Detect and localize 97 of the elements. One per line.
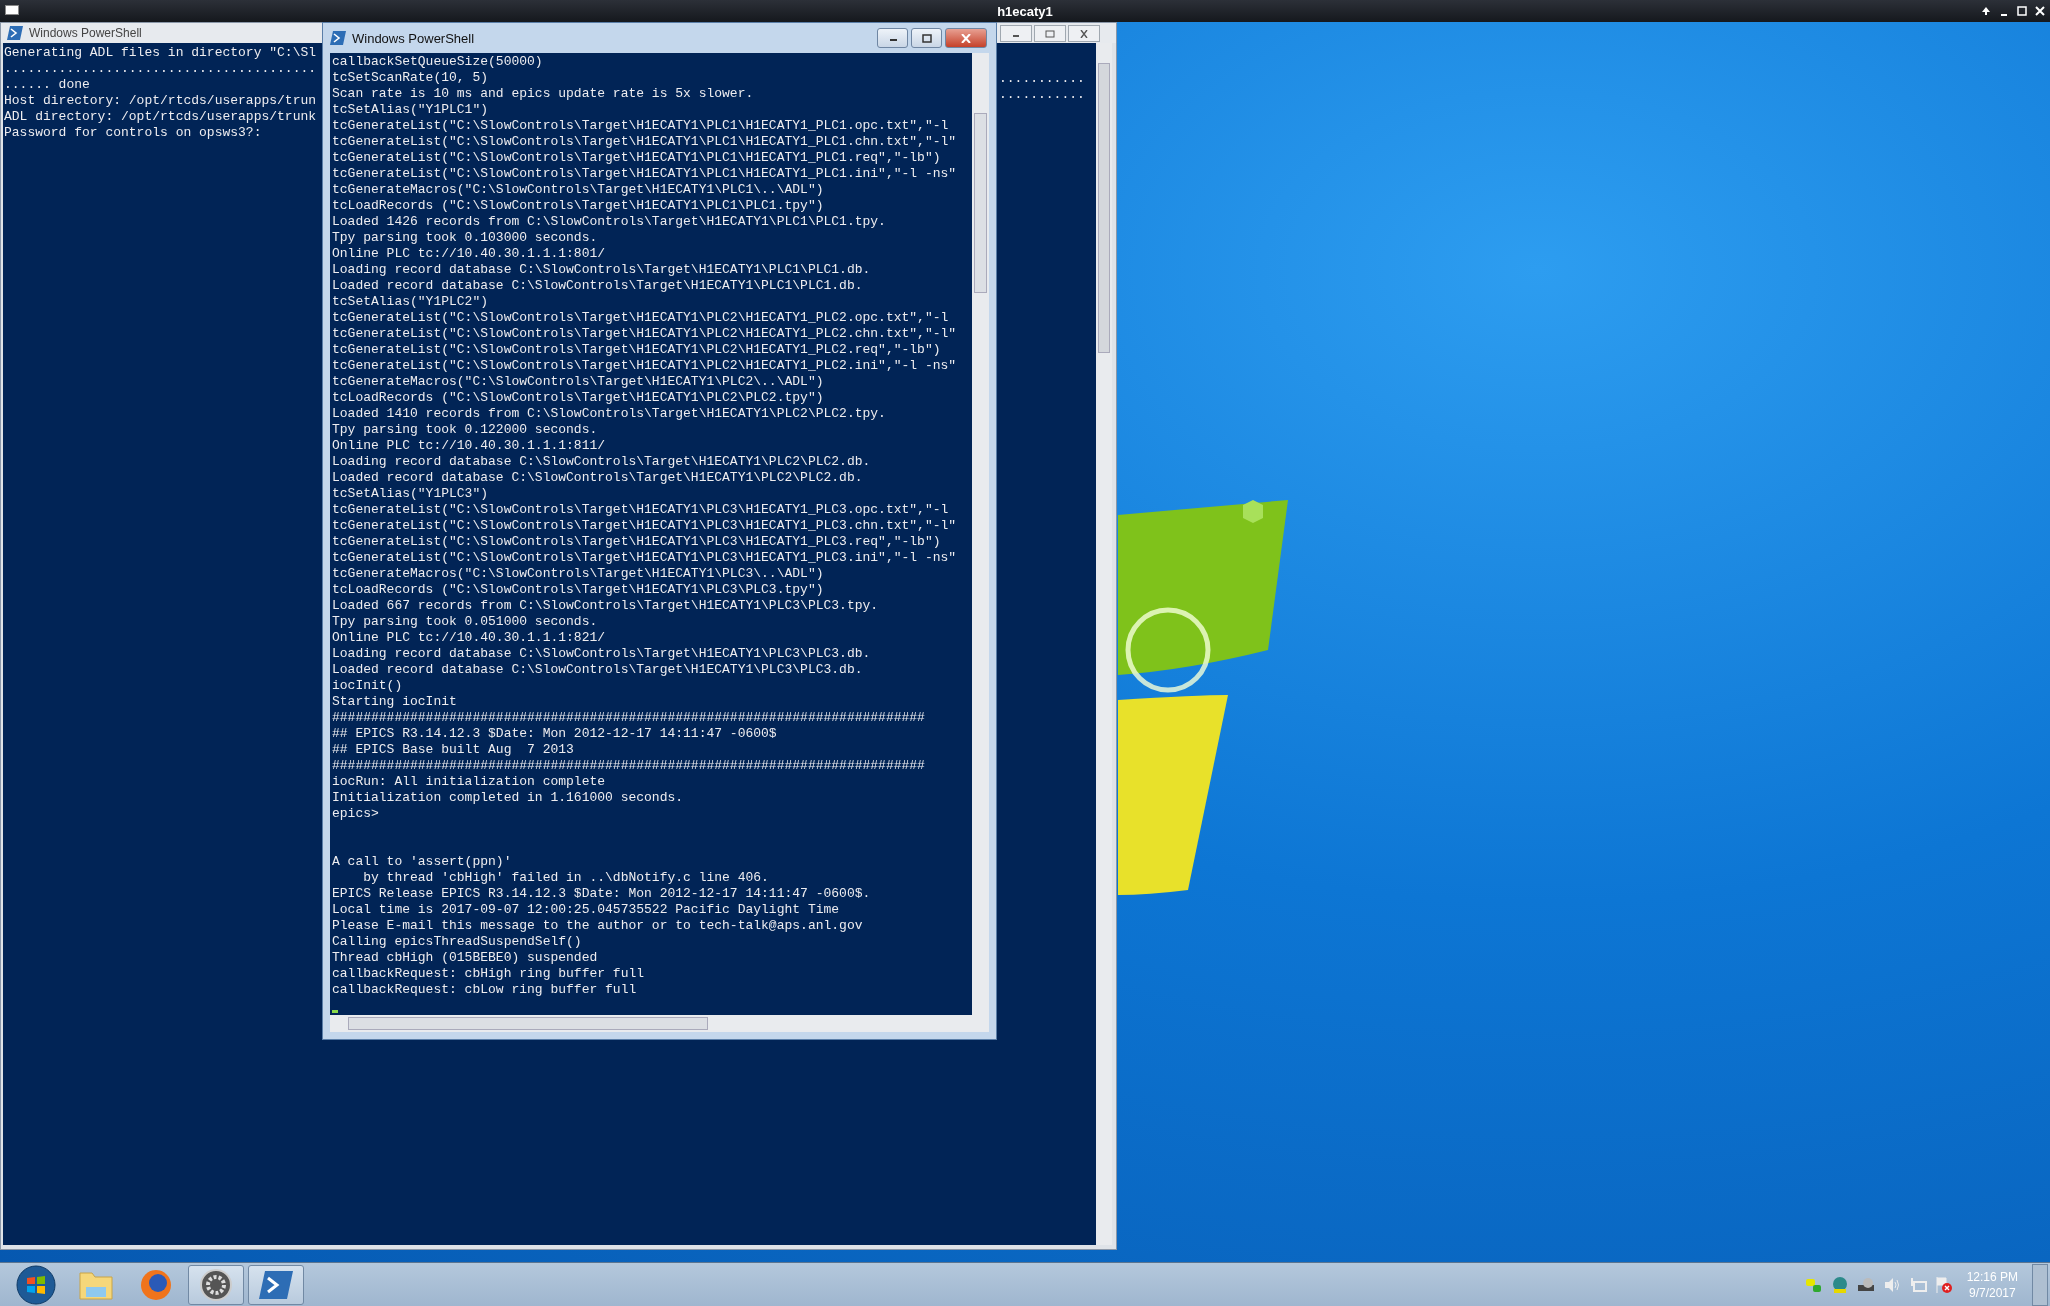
- console-line: tcGenerateList("C:\SlowControls\Target\H1ECATY1\PLC3\H1ECATY1_PLC3.req","-lb"): [332, 534, 941, 550]
- console-line: tcGenerateList("C:\SlowControls\Target\H1ECATY1\PLC1\H1ECATY1_PLC1.ini","-l -ns": [332, 166, 957, 182]
- maximize-icon: [920, 33, 933, 43]
- console-line: callbackRequest: cbHigh ring buffer full: [332, 966, 645, 982]
- console-line: tcGenerateList("C:\SlowControls\Target\H1ECATY1\PLC1\H1ECATY1_PLC1.chn.txt","-l": [332, 134, 957, 150]
- text-cursor: [332, 1010, 338, 1013]
- console-line: Please E-mail this message to the author or to tech-talk@aps.anl.gov: [332, 918, 863, 934]
- console-line: ## EPICS R3.14.12.3 $Date: Mon 2012-12-17 14:11:47 -0600$: [332, 726, 777, 742]
- console-line: tcLoadRecords ("C:\SlowControls\Target\H1ECATY1\PLC1\PLC1.tpy"): [332, 198, 824, 214]
- flag-error-icon[interactable]: [1934, 1275, 1953, 1294]
- console-line: ........................................: [4, 61, 317, 77]
- close-button[interactable]: [1068, 25, 1100, 42]
- window-title: Windows PowerShell: [352, 30, 475, 46]
- console-line: tcGenerateList("C:\SlowControls\Target\H1ECATY1\PLC3\H1ECATY1_PLC3.chn.txt","-l": [332, 518, 957, 534]
- console-line: tcGenerateList("C:\SlowControls\Target\H1ECATY1\PLC1\H1ECATY1_PLC1.opc.txt","-l: [332, 118, 949, 134]
- console-line: tcSetAlias("Y1PLC1"): [332, 102, 489, 118]
- console-line: ############################################################################: [332, 710, 925, 726]
- close-icon: [960, 33, 972, 43]
- scrollbar[interactable]: [972, 53, 989, 1015]
- console-line: ...........: [999, 87, 1085, 103]
- console-line: Loaded 1410 records from C:\SlowControls\Target\H1ECATY1\PLC2\PLC2.tpy.: [332, 406, 886, 422]
- console-line: Tpy parsing took 0.122000 seconds.: [332, 422, 598, 438]
- console-line: tcGenerateList("C:\SlowControls\Target\H1ECATY1\PLC2\H1ECATY1_PLC2.ini","-l -ns": [332, 358, 957, 374]
- close-icon[interactable]: [2034, 5, 2046, 17]
- scrollbar[interactable]: [330, 1015, 989, 1032]
- window-title: Windows PowerShell: [29, 26, 142, 40]
- console-line: Generating ADL files in directory "C:\Sl: [4, 45, 317, 61]
- console-line: tcGenerateMacros("C:\SlowControls\Target\H1ECATY1\PLC2\..\ADL"): [332, 374, 824, 390]
- console-line: A call to 'assert(ppn)': [332, 854, 512, 870]
- console-line: callbackRequest: cbLow ring buffer full: [332, 982, 637, 998]
- console-line: Online PLC tc://10.40.30.1.1.1:801/: [332, 246, 606, 262]
- console-line: tcSetAlias("Y1PLC2"): [332, 294, 489, 310]
- browser-globe-icon: [139, 1267, 173, 1302]
- console-line: Tpy parsing took 0.051000 seconds.: [332, 614, 598, 630]
- restore-icon: [1045, 29, 1055, 38]
- minimize-button[interactable]: [877, 28, 908, 48]
- console-line: Loaded record database C:\SlowControls\Target\H1ECATY1\PLC1\PLC1.db.: [332, 278, 863, 294]
- console-line: tcLoadRecords ("C:\SlowControls\Target\H1ECATY1\PLC2\PLC2.tpy"): [332, 390, 824, 406]
- window-icon: [5, 5, 19, 15]
- close-icon: [1079, 29, 1089, 38]
- console-line: iocRun: All initialization complete: [332, 774, 606, 790]
- console-line: tcGenerateList("C:\SlowControls\Target\H1ECATY1\PLC3\H1ECATY1_PLC3.ini","-l -ns": [332, 550, 957, 566]
- console-line: Scan rate is 10 ms and epics update rate is 5x slower.: [332, 86, 754, 102]
- clock-time: 12:16 PM: [1966, 1268, 2018, 1285]
- console-line: tcSetScanRate(10, 5): [332, 70, 489, 86]
- console-line: ...........: [999, 71, 1085, 87]
- console-line: Password for controls on opsws3?:: [4, 125, 262, 141]
- gear-icon: [199, 1267, 233, 1302]
- console-line: Online PLC tc://10.40.30.1.1.1:821/: [332, 630, 606, 646]
- console-line: Thread cbHigh (015BEBE0) suspended: [332, 950, 598, 966]
- console-line: iocInit(): [332, 678, 403, 694]
- console-line: tcGenerateList("C:\SlowControls\Target\H1ECATY1\PLC2\H1ECATY1_PLC2.req","-lb"): [332, 342, 941, 358]
- console-line: by thread 'cbHigh' failed in ..\dbNotify.c line 406.: [362, 870, 769, 886]
- taskbar-button[interactable]: [248, 1264, 304, 1305]
- console-line: Starting iocInit: [332, 694, 457, 710]
- console-line: Loading record database C:\SlowControls\Target\H1ECATY1\PLC3\PLC3.db.: [332, 646, 871, 662]
- clock[interactable]: 12:16 PM 9/7/2017: [1952, 1268, 2032, 1301]
- console-line: Loaded record database C:\SlowControls\Target\H1ECATY1\PLC3\PLC3.db.: [332, 662, 863, 678]
- maximize-button[interactable]: [911, 28, 942, 48]
- console-line: Host directory: /opt/rtcds/userapps/trun: [4, 93, 317, 109]
- console-line: tcGenerateList("C:\SlowControls\Target\H1ECATY1\PLC1\H1ECATY1_PLC1.req","-lb"): [332, 150, 941, 166]
- console-line: Local time is 2017-09-07 12:00:25.045735522 Pacific Daylight Time: [332, 902, 840, 918]
- console-line: ############################################################################: [332, 758, 925, 774]
- console-line: Loaded 1426 records from C:\SlowControls\Target\H1ECATY1\PLC1\PLC1.tpy.: [332, 214, 886, 230]
- shell-icon: [330, 31, 346, 45]
- console-line: Loading record database C:\SlowControls\Target\H1ECATY1\PLC1\PLC1.db.: [332, 262, 871, 278]
- remote-title: h1ecaty1: [997, 3, 1053, 19]
- console-line: ADL directory: /opt/rtcds/userapps/trunk: [4, 109, 317, 125]
- console-line: tcGenerateMacros("C:\SlowControls\Target\H1ECATY1\PLC1\..\ADL"): [332, 182, 824, 198]
- start-orb-icon: [16, 1264, 56, 1305]
- console-line: Calling epicsThreadSuspendSelf(): [332, 934, 582, 950]
- console-line: Tpy parsing took 0.103000 seconds.: [332, 230, 598, 246]
- console-line: tcLoadRecords ("C:\SlowControls\Target\H1ECATY1\PLC3\PLC3.tpy"): [332, 582, 824, 598]
- console-line: Online PLC tc://10.40.30.1.1.1:811/: [332, 438, 606, 454]
- console-line: epics>: [332, 806, 379, 822]
- clock-date: 9/7/2017: [1968, 1284, 2016, 1301]
- close-button[interactable]: [945, 28, 987, 48]
- console-line: callbackSetQueueSize(50000): [332, 54, 543, 70]
- console-line: ## EPICS Base built Aug 7 2013: [332, 742, 574, 758]
- taskbar-button[interactable]: [188, 1264, 244, 1305]
- console-line: tcGenerateList("C:\SlowControls\Target\H1ECATY1\PLC2\H1ECATY1_PLC2.opc.txt","-l: [332, 310, 949, 326]
- console-line: Loaded 667 records from C:\SlowControls\Target\H1ECATY1\PLC3\PLC3.tpy.: [332, 598, 879, 614]
- shell-icon: [7, 26, 23, 40]
- scrollbar[interactable]: [1096, 43, 1112, 1245]
- maximize-icon[interactable]: [2016, 5, 2028, 17]
- pin-icon[interactable]: [1980, 5, 1992, 17]
- minimize-button[interactable]: [1000, 25, 1032, 42]
- console-line: Initialization completed in 1.161000 seconds.: [332, 790, 684, 806]
- console-line: tcGenerateList("C:\SlowControls\Target\H1ECATY1\PLC2\H1ECATY1_PLC2.chn.txt","-l": [332, 326, 957, 342]
- shell-icon: [259, 1270, 293, 1299]
- console-line: EPICS Release EPICS R3.14.12.3 $Date: Mon 2012-12-17 14:11:47 -0600$.: [332, 886, 871, 902]
- console-line: tcSetAlias("Y1PLC3"): [332, 486, 489, 502]
- console-line: ...... done: [4, 77, 90, 93]
- console-line: Loading record database C:\SlowControls\Target\H1ECATY1\PLC2\PLC2.db.: [332, 454, 871, 470]
- console-line: tcGenerateMacros("C:\SlowControls\Target\H1ECATY1\PLC3\..\ADL"): [332, 566, 824, 582]
- console-line: Loaded record database C:\SlowControls\Target\H1ECATY1\PLC2\PLC2.db.: [332, 470, 863, 486]
- console-line: tcGenerateList("C:\SlowControls\Target\H1ECATY1\PLC3\H1ECATY1_PLC3.opc.txt","-l: [332, 502, 949, 518]
